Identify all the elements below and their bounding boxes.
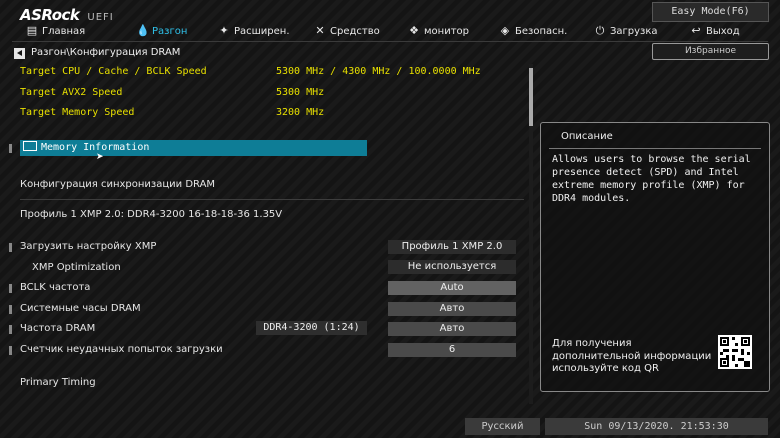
row-marker	[9, 305, 12, 314]
nav-divider	[12, 41, 768, 42]
tab-oc-tweaker[interactable]: 💧 Разгон	[136, 22, 187, 40]
section-divider	[20, 199, 524, 200]
tab-exit[interactable]: ↩ Выход	[690, 22, 739, 40]
main-nav: ▤ Главная 💧 Разгон ✦ Расширен. ✕ Средство ❖ м…	[0, 22, 780, 40]
dram-ref-clock-label: Системные часы DRAM	[20, 303, 141, 314]
star-icon: ✦	[219, 24, 229, 37]
description-panel: Описание Allows users to browse the seri…	[540, 122, 770, 392]
scrollbar-thumb[interactable]	[529, 68, 533, 126]
tab-advanced[interactable]: ✦ Расширен.	[218, 22, 289, 40]
tools-icon: ✕	[315, 24, 325, 37]
datetime-display: Sun 09/13/2020. 21:53:30	[545, 418, 768, 435]
back-arrow-icon[interactable]	[14, 48, 25, 59]
bclk-frequency-label: BCLK частота	[20, 282, 91, 293]
dram-frequency-label: Частота DRAM	[20, 323, 96, 334]
target-avx2-label: Target AVX2 Speed	[20, 87, 123, 98]
shield-icon: ◈	[500, 24, 510, 37]
breadcrumb: Разгон\Конфигурация DRAM	[31, 47, 181, 58]
memory-information-item[interactable]: Memory Information	[20, 140, 367, 156]
primary-timing-header: Primary Timing	[20, 377, 96, 388]
tab-security[interactable]: ◈ Безопасн.	[499, 22, 568, 40]
target-cpu-value: 5300 MHz / 4300 MHz / 100.0000 MHz	[276, 66, 481, 77]
row-marker	[9, 284, 12, 293]
row-marker	[9, 346, 12, 355]
favorites-button[interactable]: Избранное	[652, 43, 769, 60]
row-marker	[9, 243, 12, 252]
dram-sync-header: Конфигурация синхронизации DRAM	[20, 179, 216, 190]
power-icon: ⏻	[595, 24, 605, 37]
row-marker	[9, 144, 12, 153]
target-memory-label: Target Memory Speed	[20, 107, 135, 118]
xmp-optimization-label: XMP Optimization	[32, 262, 121, 273]
tab-tool[interactable]: ✕ Средство	[314, 22, 379, 40]
tab-main[interactable]: ▤ Главная	[26, 22, 85, 40]
description-divider	[549, 148, 761, 149]
description-text: Allows users to browse the serial presen…	[552, 154, 751, 204]
main-icon: ▤	[26, 24, 38, 37]
exit-icon: ↩	[691, 24, 701, 37]
memory-icon	[23, 141, 37, 151]
dram-frequency-dropdown[interactable]: Авто	[388, 322, 516, 336]
monitor-icon: ❖	[409, 24, 419, 37]
row-marker	[9, 325, 12, 334]
easy-mode-button[interactable]: Easy Mode(F6)	[652, 2, 769, 22]
dram-frequency-current: DDR4-3200 (1:24)	[256, 321, 367, 335]
target-avx2-value: 5300 MHz	[276, 87, 325, 98]
description-title: Описание	[561, 131, 613, 142]
target-memory-value: 3200 MHz	[276, 107, 325, 118]
mouse-cursor-icon: ➤	[96, 152, 104, 162]
failure-retry-input[interactable]: 6	[388, 343, 516, 357]
language-selector[interactable]: Русский	[465, 418, 540, 435]
failure-retry-label: Счетчик неудачных попыток загрузки	[20, 344, 223, 355]
flame-icon: 💧	[136, 24, 150, 37]
qr-code-icon	[718, 335, 752, 369]
qr-info-text: Для получения дополнительной информации …	[552, 338, 712, 374]
tab-boot[interactable]: ⏻ Загрузка	[594, 22, 658, 40]
tab-hw-monitor[interactable]: ❖ монитор	[408, 22, 469, 40]
load-xmp-label: Загрузить настройку XMP	[20, 241, 157, 252]
load-xmp-dropdown[interactable]: Профиль 1 XMP 2.0	[388, 240, 516, 254]
xmp-profile-info: Профиль 1 XMP 2.0: DDR4-3200 16-18-18-36…	[20, 209, 283, 220]
target-cpu-label: Target CPU / Cache / BCLK Speed	[20, 66, 207, 77]
xmp-optimization-dropdown[interactable]: Не используется	[388, 260, 516, 274]
bclk-frequency-input[interactable]: Auto	[388, 281, 516, 295]
dram-ref-clock-dropdown[interactable]: Авто	[388, 302, 516, 316]
